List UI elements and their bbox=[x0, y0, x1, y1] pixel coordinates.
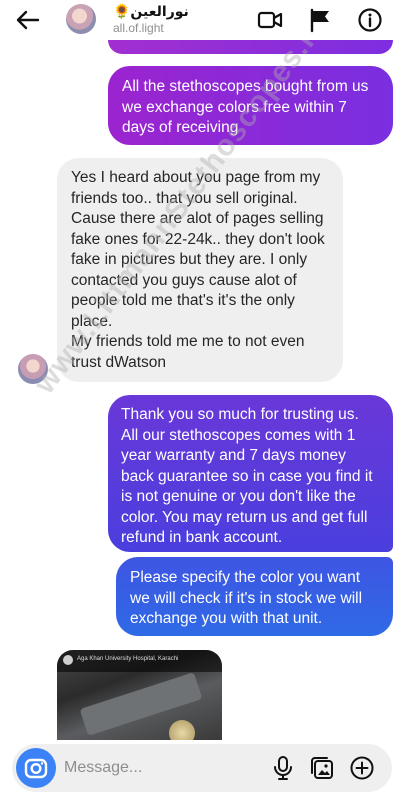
back-arrow-icon[interactable] bbox=[14, 6, 42, 34]
sender-avatar[interactable] bbox=[18, 354, 48, 384]
previous-message-bubble bbox=[108, 40, 393, 54]
contact-name: نورالعین🌻 bbox=[113, 3, 189, 19]
chat-header: نورالعین🌻 all.of.light bbox=[0, 0, 402, 40]
camera-button[interactable] bbox=[16, 748, 56, 788]
message-composer bbox=[12, 744, 392, 792]
microphone-icon[interactable] bbox=[270, 755, 296, 781]
incoming-message[interactable]: Yes I heard about you page from my frien… bbox=[57, 158, 343, 382]
media-location-caption: Aga Khan University Hospital, Karachi bbox=[77, 656, 179, 662]
media-avatar bbox=[63, 655, 73, 665]
outgoing-message[interactable]: All the stethoscopes bought from us we e… bbox=[108, 66, 393, 145]
add-content-icon[interactable] bbox=[349, 755, 375, 781]
camera-icon bbox=[24, 758, 48, 779]
outgoing-message[interactable]: Please specify the color you want we wil… bbox=[116, 557, 393, 636]
message-thread[interactable]: All the stethoscopes bought from us we e… bbox=[0, 40, 402, 740]
video-call-icon[interactable] bbox=[257, 7, 283, 33]
incoming-message-text: Yes I heard about you page from my frien… bbox=[71, 169, 325, 371]
media-image-detail bbox=[169, 720, 195, 740]
outgoing-message[interactable]: Thank you so much for trusting us. All o… bbox=[108, 395, 393, 552]
gallery-icon[interactable] bbox=[309, 755, 335, 781]
shared-media-preview[interactable]: Aga Khan University Hospital, Karachi bbox=[57, 650, 222, 740]
info-icon[interactable] bbox=[357, 7, 383, 33]
contact-avatar[interactable] bbox=[66, 4, 96, 34]
report-flag-icon[interactable] bbox=[307, 7, 333, 33]
contact-names[interactable]: نورالعین🌻 all.of.light bbox=[113, 2, 189, 36]
message-input[interactable] bbox=[64, 754, 254, 782]
contact-username: all.of.light bbox=[113, 21, 164, 35]
